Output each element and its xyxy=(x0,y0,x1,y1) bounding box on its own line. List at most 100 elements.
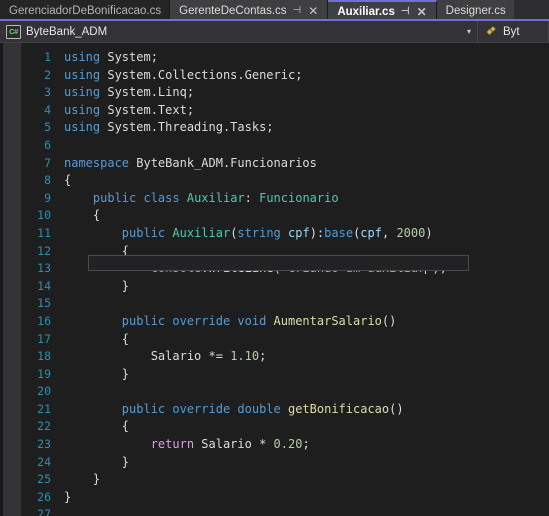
code-token: WriteLine xyxy=(208,261,274,276)
code-token: System.Linq; xyxy=(100,85,195,100)
visual-studio-window: GerenciadorDeBonificacao.cs GerenteDeCont… xyxy=(0,0,549,516)
project-scope-dropdown[interactable]: C# ByteBank_ADM ▾ xyxy=(0,21,478,42)
code-line[interactable]: 5 using System.Threading.Tasks; xyxy=(21,119,549,137)
code-token: * xyxy=(251,437,274,452)
code-line[interactable]: 18 Salario *= 1.10; xyxy=(21,348,549,366)
line-number: 13 xyxy=(37,261,51,276)
code-line[interactable]: 24 } xyxy=(21,454,549,472)
code-token: ; xyxy=(259,349,267,364)
chevron-down-icon[interactable]: ▾ xyxy=(461,27,471,36)
code-line[interactable]: 16 public override void AumentarSalario(… xyxy=(21,313,549,331)
code-line[interactable]: 22 { xyxy=(21,418,549,436)
editor-tab[interactable]: Auxiliar.cs ⊣ ✕ xyxy=(328,0,437,21)
code-token: Auxiliar xyxy=(172,225,231,240)
code-token: } xyxy=(64,278,130,293)
code-token: ) xyxy=(425,225,433,240)
code-line[interactable]: 23 return Salario * 0.20; xyxy=(21,436,549,454)
editor-tab[interactable]: GerenciadorDeBonificacao.cs xyxy=(0,0,171,21)
code-token: } xyxy=(64,366,130,381)
code-token: cpf xyxy=(288,225,310,240)
code-token: System; xyxy=(100,50,158,64)
code-token: string xyxy=(237,225,281,240)
code-token: System.Threading.Tasks; xyxy=(100,120,274,135)
code-token: . xyxy=(201,261,209,276)
code-token: using xyxy=(64,120,101,135)
line-number: 2 xyxy=(44,67,51,82)
code-token: using xyxy=(64,50,101,64)
line-number: 21 xyxy=(37,401,51,416)
code-line[interactable]: 26} xyxy=(21,489,549,507)
line-number: 10 xyxy=(37,208,51,223)
code-token: , xyxy=(381,225,397,240)
code-line-text: namespace ByteBank_ADM.Funcionarios xyxy=(64,155,317,173)
code-line[interactable]: 17 { xyxy=(21,331,549,349)
indicator-margin[interactable] xyxy=(3,43,21,516)
code-token: cpf xyxy=(360,225,382,240)
code-line[interactable]: 9 public class Auxiliar: Funcionario xyxy=(21,190,549,208)
editor-tab[interactable]: Designer.cs xyxy=(436,0,514,21)
code-token: "criando um auxiliar xyxy=(280,261,426,276)
code-token: } xyxy=(64,454,130,469)
code-token: public override double xyxy=(121,401,281,416)
code-line-text: public override void AumentarSalario() xyxy=(64,313,397,331)
code-line[interactable]: 11 public Auxiliar(string cpf):base(cpf,… xyxy=(21,225,549,243)
code-line[interactable]: 1 using System; xyxy=(21,49,549,67)
code-token: () xyxy=(381,313,397,328)
code-line[interactable]: 10 { xyxy=(21,207,549,225)
code-line[interactable]: 6 xyxy=(21,137,549,155)
member-scope-dropdown[interactable]: Byt xyxy=(478,21,549,42)
line-number: 11 xyxy=(37,225,51,240)
code-text-area[interactable]: 1 using System; 2 using System.Collections.… xyxy=(21,43,549,516)
line-number: 20 xyxy=(37,384,51,399)
code-token: () xyxy=(389,401,404,416)
code-line[interactable]: 3 using System.Linq; xyxy=(21,84,549,102)
code-line[interactable]: 7 namespace ByteBank_ADM.Funcionarios xyxy=(21,155,549,173)
code-line[interactable]: 21 public override double getBonificacao… xyxy=(21,401,549,419)
editor-tab[interactable]: GerenteDeContas.cs ⊣ ✕ xyxy=(170,0,329,21)
code-token: Console xyxy=(150,261,202,276)
code-line-text: { xyxy=(64,243,129,261)
code-line[interactable]: 15 xyxy=(21,295,549,313)
code-line-text: { xyxy=(64,418,129,436)
code-token: ByteBank_ADM.Funcionarios xyxy=(129,155,317,170)
member-scope-label: Byt xyxy=(503,25,520,38)
line-number: 5 xyxy=(44,120,51,135)
code-line-text: Salario *= 1.10; xyxy=(64,348,267,366)
line-number: 9 xyxy=(44,190,51,205)
code-token: { xyxy=(64,419,130,434)
code-line-text: return Salario * 0.20; xyxy=(64,436,310,454)
code-token: } xyxy=(64,472,101,487)
code-line[interactable]: 20 xyxy=(21,383,549,401)
code-line[interactable]: 14 } xyxy=(21,278,549,296)
editor-tab-label: GerenciadorDeBonificacao.cs xyxy=(9,4,162,17)
code-line-text: } xyxy=(64,366,129,384)
code-line-text: } xyxy=(64,454,129,472)
code-line[interactable]: 12 { xyxy=(21,243,549,261)
code-token: Auxiliar xyxy=(186,190,245,205)
code-token: ); xyxy=(432,261,447,276)
current-code-line[interactable]: 13 Console.WriteLine("criando um auxilia… xyxy=(21,260,549,278)
code-token: System.Text; xyxy=(100,102,195,117)
code-line-text: } xyxy=(64,489,71,507)
code-line[interactable]: 2 using System.Collections.Generic; xyxy=(21,67,549,85)
pin-tab-icon[interactable]: ⊣ xyxy=(292,5,303,16)
code-line[interactable]: 8{ xyxy=(21,172,549,190)
code-line[interactable]: 19 } xyxy=(21,366,549,384)
close-tab-icon[interactable]: ✕ xyxy=(307,5,319,17)
pin-tab-icon[interactable]: ⊣ xyxy=(400,6,411,17)
line-number: 7 xyxy=(44,155,51,170)
code-editor[interactable]: 1 using System; 2 using System.Collections.… xyxy=(0,43,549,516)
line-number: 4 xyxy=(44,102,51,117)
close-tab-icon[interactable]: ✕ xyxy=(416,6,428,18)
editor-tab-strip: GerenciadorDeBonificacao.cs GerenteDeCont… xyxy=(0,0,549,21)
line-number: 19 xyxy=(37,366,51,381)
csharp-icon: C# xyxy=(6,24,21,39)
code-line[interactable]: 4 using System.Text; xyxy=(21,102,549,120)
code-line[interactable]: 25 } xyxy=(21,471,549,489)
